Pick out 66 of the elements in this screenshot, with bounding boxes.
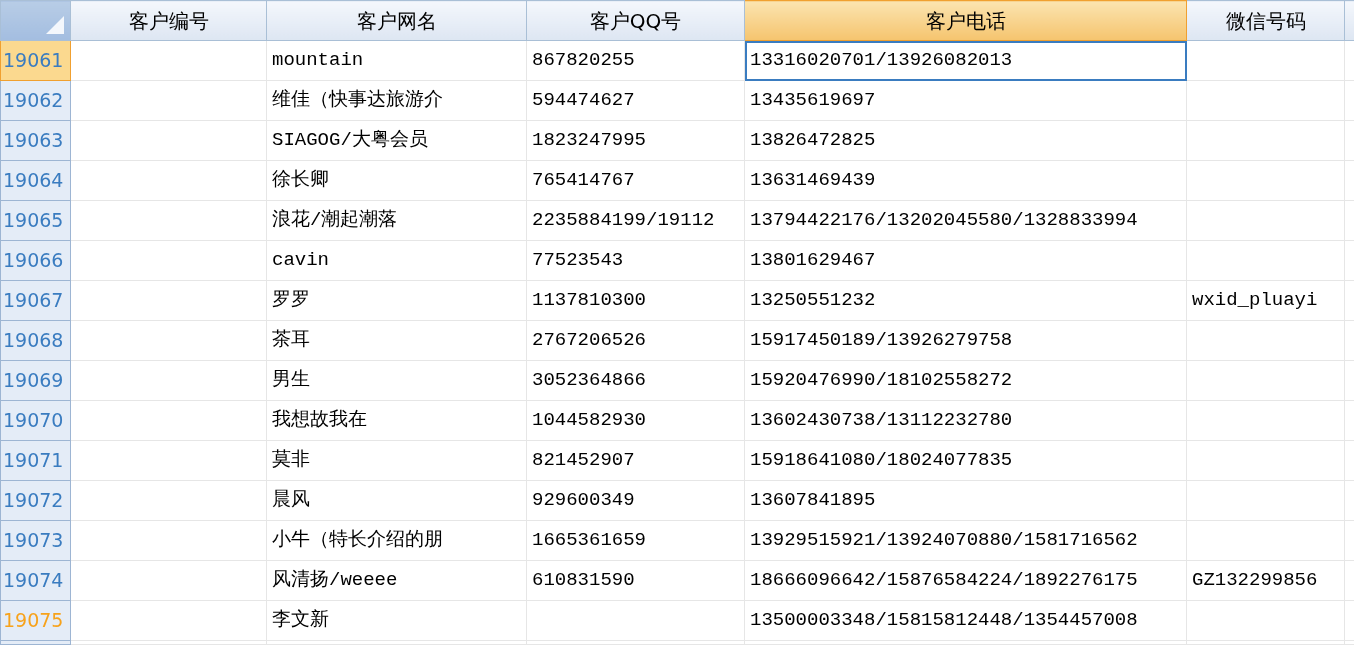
cell-text: 13435619697 xyxy=(750,88,876,114)
cell-text: 13929515921/13924070880/1581716562 xyxy=(750,528,1138,554)
cell-text: 15918641080/18024077835 xyxy=(750,448,1013,474)
cell-text: 929600349 xyxy=(532,488,635,514)
cell-text: 莫非 xyxy=(272,448,310,474)
row-header[interactable]: 19071 xyxy=(0,440,71,481)
cell-text: 13250551232 xyxy=(750,288,876,314)
row-header[interactable]: 19061 xyxy=(0,40,71,81)
column-header[interactable]: 客户电话 xyxy=(744,0,1187,41)
cell-text: 我想故我在 xyxy=(272,408,367,434)
cell-text: 13631469439 xyxy=(750,168,876,194)
cell-text: 浪花/潮起潮落 xyxy=(272,208,398,234)
row-header[interactable]: 19073 xyxy=(0,520,71,561)
row-header[interactable]: 19065 xyxy=(0,200,71,241)
row-header[interactable]: 19068 xyxy=(0,320,71,361)
cell-text: 867820255 xyxy=(532,48,635,74)
row-header[interactable]: 19072 xyxy=(0,480,71,521)
cell-text: 13607841895 xyxy=(750,488,876,514)
row-header[interactable]: 19067 xyxy=(0,280,71,321)
row-header[interactable]: 19074 xyxy=(0,560,71,601)
cell-text: 2235884199/19112 xyxy=(532,208,715,234)
active-cell[interactable]: 13316020701/13926082013 xyxy=(744,40,1187,81)
cell-text: 2767206526 xyxy=(532,328,647,354)
cell-text: wxid_pluayi xyxy=(1192,288,1318,314)
row-header[interactable]: 19066 xyxy=(0,240,71,281)
cell-text: 1665361659 xyxy=(532,528,647,554)
cell-text: 15920476990/18102558272 xyxy=(750,368,1013,394)
cell-text: 徐长卿 xyxy=(272,168,329,194)
cell-text: 13801629467 xyxy=(750,248,876,274)
row-header[interactable]: 19069 xyxy=(0,360,71,401)
cell-text: 13794422176/13202045580/1328833994 xyxy=(750,208,1138,234)
cell-text: 821452907 xyxy=(532,448,635,474)
cell-text: 1044582930 xyxy=(532,408,647,434)
cell-text: 晨风 xyxy=(272,488,310,514)
column-header[interactable]: 客户QQ号 xyxy=(526,0,745,41)
cell-text: 维佳（快事达旅游介 xyxy=(272,88,443,114)
cell-text: 罗罗 xyxy=(272,288,310,314)
cell-text: mountain xyxy=(272,48,364,74)
select-all-icon[interactable] xyxy=(46,16,64,34)
cell-text: 男生 xyxy=(272,368,310,394)
column-header[interactable]: 客户编号 xyxy=(70,0,267,41)
cell-text: 15917450189/13926279758 xyxy=(750,328,1013,354)
column-header[interactable]: 客户网名 xyxy=(266,0,527,41)
cell-text: 77523543 xyxy=(532,248,624,274)
cell-text: 3052364866 xyxy=(532,368,647,394)
row-header[interactable]: 19063 xyxy=(0,120,71,161)
cell-text: 13500003348/15815812448/1354457008 xyxy=(750,608,1138,634)
row-header[interactable]: 19062 xyxy=(0,80,71,121)
cell-text: 765414767 xyxy=(532,168,635,194)
cell-text: 13602430738/13112232780 xyxy=(750,408,1013,434)
row-header[interactable]: 19064 xyxy=(0,160,71,201)
cell-text: SIAGOG/大粤会员 xyxy=(272,128,428,154)
cell-text: cavin xyxy=(272,248,329,274)
cell-text: GZ132299856 xyxy=(1192,568,1318,594)
cell-text: 李文新 xyxy=(272,608,329,634)
cell-text: 610831590 xyxy=(532,568,635,594)
cell-text: 风清扬/weeee xyxy=(272,568,398,594)
cell-text: 茶耳 xyxy=(272,328,310,354)
cell-text: 小牛（特长介绍的朋 xyxy=(272,528,443,554)
column-header[interactable]: 微信号码 xyxy=(1186,0,1345,41)
cell-text: 1823247995 xyxy=(532,128,647,154)
row-header[interactable]: 19070 xyxy=(0,400,71,441)
cell-text: 18666096642/15876584224/1892276175 xyxy=(750,568,1138,594)
cell-text: 594474627 xyxy=(532,88,635,114)
cell-text: 13826472825 xyxy=(750,128,876,154)
cell-text: 1137810300 xyxy=(532,288,647,314)
